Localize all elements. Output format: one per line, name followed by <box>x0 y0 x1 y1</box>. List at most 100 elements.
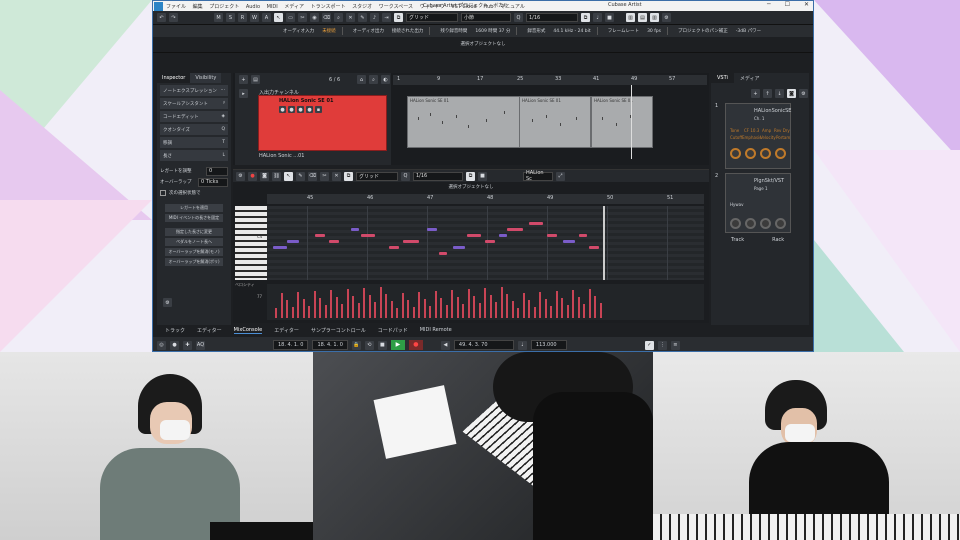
apply-legato-button[interactable]: レガートを適用 <box>165 204 223 212</box>
project-ruler[interactable]: 1 9 17 25 33 41 49 57 <box>393 75 707 85</box>
note-grid[interactable] <box>267 206 704 280</box>
mute-mode-button[interactable]: M <box>214 13 223 22</box>
visibility-icon[interactable]: ◐ <box>381 75 390 84</box>
instrument-slot[interactable]: HALionSonicSE Ch. 1 Tone CF 10.3 Amp Rev… <box>725 103 791 169</box>
velocity-bar[interactable] <box>275 308 277 318</box>
velocity-bar[interactable] <box>473 296 475 318</box>
midi-note[interactable] <box>315 234 325 237</box>
velocity-bar[interactable] <box>434 291 437 318</box>
velocity-bar[interactable] <box>429 306 431 318</box>
velocity-bar[interactable] <box>385 294 387 318</box>
velocity-bar[interactable] <box>528 300 530 318</box>
menu-item[interactable]: プロジェクト <box>209 4 239 10</box>
knob[interactable] <box>775 148 786 159</box>
menu-item[interactable]: Audio <box>246 4 260 10</box>
playhead[interactable] <box>603 206 605 280</box>
punch-icon[interactable]: ✚ <box>183 340 192 350</box>
midi-part[interactable]: HALion Sonic SE 01 <box>591 96 653 148</box>
velocity-bar[interactable] <box>440 298 442 318</box>
snap-type-select[interactable]: グリッド <box>406 13 458 22</box>
layout-left-icon[interactable]: ▥ <box>626 13 635 22</box>
cycle-icon[interactable]: ⟲ <box>364 340 374 350</box>
tab-inspector[interactable]: Inspector <box>157 73 191 83</box>
velocity-bar[interactable] <box>500 287 503 318</box>
instrument-track[interactable]: HALion Sonic SE 01 ● ● ● ● ▪ <box>258 95 387 151</box>
inspector-section[interactable]: クオンタイズ Q <box>160 124 228 135</box>
velocity-bar[interactable] <box>467 289 470 318</box>
layout-right-icon[interactable]: ▥ <box>650 13 659 22</box>
solo-mode-button[interactable]: S <box>226 13 235 22</box>
velocity-bar[interactable] <box>599 303 602 318</box>
snap-toggle-icon[interactable]: ⧉ <box>344 171 353 181</box>
undo-icon[interactable]: ↶ <box>157 13 166 22</box>
play-icon[interactable]: ▶ <box>390 340 405 350</box>
quantize-icon[interactable]: Q <box>514 13 523 22</box>
gear-icon[interactable]: ⚙ <box>163 298 172 307</box>
right-locator[interactable]: 18. 4. 1. 0 <box>312 340 348 350</box>
midi-note[interactable] <box>529 222 543 225</box>
draw-tool-icon[interactable]: ✎ <box>358 13 367 22</box>
midi-note[interactable] <box>389 246 399 249</box>
velocity-bar[interactable] <box>379 287 382 318</box>
velocity-bar[interactable] <box>462 304 464 318</box>
velocity-bar[interactable] <box>324 305 327 318</box>
velocity-bar[interactable] <box>319 298 321 318</box>
inspector-section[interactable]: スケールアシスタント ♯ <box>160 98 228 109</box>
mute-tool-icon[interactable]: ✕ <box>346 13 355 22</box>
menu-item[interactable]: スタジオ <box>352 4 372 10</box>
velocity-bar[interactable] <box>550 306 552 318</box>
velocity-bar[interactable] <box>583 304 585 318</box>
track-search-icon[interactable]: ⌕ <box>369 75 378 84</box>
velocity-bar[interactable] <box>495 302 497 318</box>
midi-note[interactable] <box>453 246 465 249</box>
inspector-section[interactable]: 長さ L <box>160 150 228 161</box>
velocity-bar[interactable] <box>594 296 596 318</box>
mute-button[interactable]: ● <box>279 106 286 113</box>
record-icon[interactable]: ● <box>408 340 423 350</box>
velocity-bar[interactable] <box>313 291 316 318</box>
inspector-section[interactable]: ノートエクスプレッション ⋯ <box>160 85 228 96</box>
tempo-track-icon[interactable]: ≡ <box>670 340 680 350</box>
snap-toggle-icon[interactable]: ⧉ <box>394 13 403 22</box>
edit-instrument-button[interactable]: ▪ <box>315 106 322 113</box>
auto-quantize-icon[interactable]: AQ <box>196 340 205 350</box>
solo-button[interactable]: ● <box>288 106 295 113</box>
velocity-bar[interactable] <box>539 292 541 318</box>
velocity-bar[interactable] <box>517 308 519 318</box>
velocity-bar[interactable] <box>390 301 393 318</box>
draw-tool-icon[interactable]: ✎ <box>296 171 305 181</box>
record-icon[interactable]: ● <box>248 171 257 181</box>
velocity-bar[interactable] <box>484 288 486 318</box>
midi-part[interactable]: HALion Sonic SE 01 <box>519 96 591 148</box>
selected-only-checkbox[interactable] <box>160 190 166 196</box>
color-icon[interactable]: ■ <box>605 13 614 22</box>
velocity-bar[interactable] <box>297 292 299 318</box>
velocity-bar[interactable] <box>456 297 459 318</box>
midi-part[interactable]: HALion Sonic SE 01 <box>407 96 521 148</box>
arrow-up-icon[interactable]: ↑ <box>763 89 772 98</box>
record-arm-button[interactable]: ● <box>297 106 304 113</box>
glue-tool-icon[interactable]: ◉ <box>310 13 319 22</box>
velocity-bar[interactable] <box>346 289 349 318</box>
menu-item[interactable]: ファイル <box>166 4 186 10</box>
velocity-bar[interactable] <box>302 299 305 318</box>
grid-type-select[interactable]: 小節 <box>461 13 511 22</box>
tab-mixconsole[interactable]: MixConsole <box>233 327 263 334</box>
write-mode-button[interactable]: W <box>250 13 259 22</box>
legato-value-field[interactable]: 0 <box>206 166 228 176</box>
add-instrument-icon[interactable]: + <box>751 89 760 98</box>
layout-bottom-icon[interactable]: ▤ <box>638 13 647 22</box>
velocity-bar[interactable] <box>588 289 591 318</box>
tab-visibility[interactable]: Visibility <box>190 73 222 83</box>
record-mode-icon[interactable]: ● <box>170 340 179 350</box>
inspector-section[interactable]: 移調 T <box>160 137 228 148</box>
arrow-down-icon[interactable]: ↓ <box>775 89 784 98</box>
velocity-bar[interactable] <box>357 303 360 318</box>
erase-tool-icon[interactable]: ⌫ <box>308 171 317 181</box>
monitor-button[interactable]: ● <box>306 106 313 113</box>
velocity-bar[interactable] <box>572 290 574 318</box>
erase-tool-icon[interactable]: ⌫ <box>322 13 331 22</box>
velocity-bar[interactable] <box>522 293 525 318</box>
tab-editor-left[interactable]: エディター <box>197 327 222 334</box>
editor-snap-select[interactable]: グリッド <box>356 171 398 181</box>
